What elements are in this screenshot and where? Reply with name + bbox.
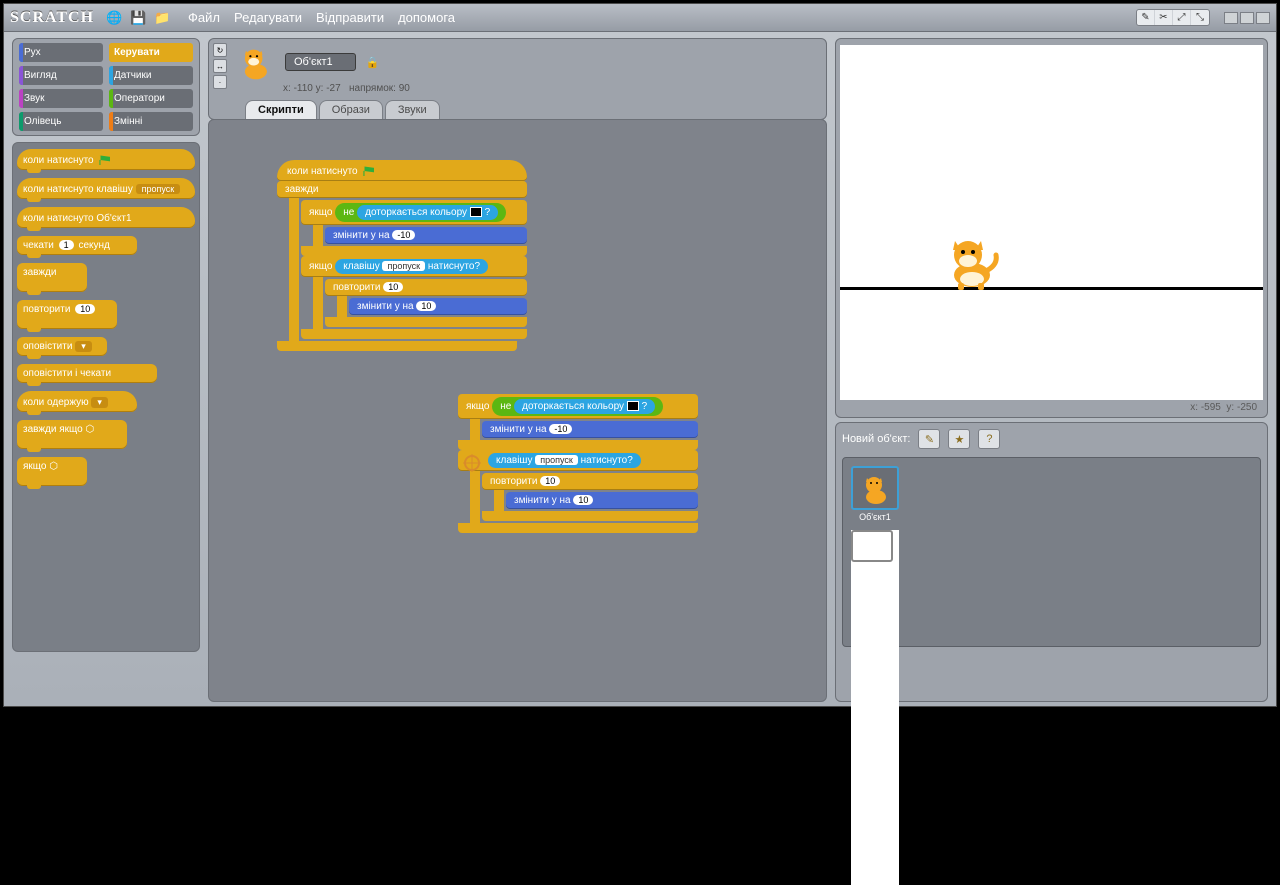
cat-control[interactable]: Керувати xyxy=(109,43,193,62)
presentation-icon[interactable] xyxy=(1256,12,1270,24)
stage-view-buttons xyxy=(1224,12,1270,24)
sprite-thumb-1[interactable]: Об'єкт1 xyxy=(851,466,899,522)
paint-sprite-button[interactable]: ✎ xyxy=(918,429,940,449)
palette-broadcast-wait[interactable]: оповістити і чекати xyxy=(17,364,157,383)
tab-sounds[interactable]: Звуки xyxy=(385,100,440,119)
choose-sprite-button[interactable]: ★ xyxy=(948,429,970,449)
new-sprite-label: Новий об'єкт: xyxy=(842,433,910,445)
block-change-y-pos-copy[interactable]: змінити y на 10 xyxy=(506,492,698,509)
block-if-copy-2[interactable]: клавішу пропуск натиснуто? xyxy=(458,450,698,471)
palette-when-flag[interactable]: коли натиснуто xyxy=(17,149,195,170)
flag-icon xyxy=(363,166,374,176)
rotate-none-icon[interactable]: · xyxy=(213,75,227,89)
sprite-name-field[interactable]: Об'єкт1 xyxy=(285,53,356,71)
block-if-2[interactable]: якщо клавішу пропуск натиснуто? xyxy=(301,256,527,277)
stamp-icon[interactable]: ✎ xyxy=(1137,10,1155,25)
menu-help[interactable]: допомога xyxy=(398,10,455,25)
globe-icon[interactable]: 🌐 xyxy=(105,9,123,27)
block-key-pressed[interactable]: клавішу пропуск натиснуто? xyxy=(335,259,488,274)
sprite-header: ↻ ↔ · Об'єкт1 🔒 x: -110 y: -27 напрямок:… xyxy=(208,38,827,120)
menu-bar: Файл Редагувати Відправити допомога xyxy=(188,10,455,25)
stage-panel: ⚑ x: -595 y: -250 xyxy=(835,38,1268,418)
palette-when-key[interactable]: коли натиснуто клавішу пропуск xyxy=(17,178,195,199)
block-forever[interactable]: завжди xyxy=(277,181,527,198)
cut-icon[interactable]: ✂ xyxy=(1155,10,1173,25)
cat-sound[interactable]: Звук xyxy=(19,89,103,108)
menu-file[interactable]: Файл xyxy=(188,10,220,25)
palette-when-receive[interactable]: коли одержую ▾ xyxy=(17,391,137,412)
rotate-free-icon[interactable]: ↻ xyxy=(213,43,227,57)
block-if-copy-1[interactable]: якщо не доторкається кольору ? xyxy=(458,394,698,419)
block-change-y-pos[interactable]: змінити y на 10 xyxy=(349,298,527,315)
cat-looks[interactable]: Вигляд xyxy=(19,66,103,85)
editor-tabs: Скрипти Образи Звуки xyxy=(245,100,818,119)
palette-wait[interactable]: чекати 1 секунд xyxy=(17,236,137,255)
scratch-logo: SCRATCH xyxy=(10,9,94,27)
block-not[interactable]: не доторкається кольору ? xyxy=(335,203,506,222)
sprite-thumbnail-icon xyxy=(235,43,275,81)
middle-column: ↻ ↔ · Об'єкт1 🔒 x: -110 y: -27 напрямок:… xyxy=(204,34,831,706)
surprise-sprite-button[interactable]: ? xyxy=(978,429,1000,449)
top-toolbar: SCRATCH 🌐 💾 📁 Файл Редагувати Відправити… xyxy=(4,4,1276,32)
palette-if[interactable]: якщо ⬡ xyxy=(17,457,87,486)
flag-icon xyxy=(99,155,110,165)
menu-share[interactable]: Відправити xyxy=(316,10,384,25)
app-window: SCRATCH 🌐 💾 📁 Файл Редагувати Відправити… xyxy=(3,3,1277,707)
tab-scripts[interactable]: Скрипти xyxy=(245,100,317,119)
cat-variables[interactable]: Змінні xyxy=(109,112,193,131)
edit-tool-buttons: ✎ ✂ ⤢ ⤡ xyxy=(1136,9,1210,26)
script-stack-1[interactable]: коли натиснуто завжди якщо не доторкаєть… xyxy=(277,160,527,351)
stage-thumb[interactable]: Сцена xyxy=(851,530,899,885)
block-palette: коли натиснуто коли натиснуто клавішу пр… xyxy=(12,142,200,652)
block-repeat[interactable]: повторити 10 xyxy=(325,279,527,296)
block-categories: Рух Керувати Вигляд Датчики Звук Операто… xyxy=(12,38,200,136)
scripts-area[interactable]: коли натиснуто завжди якщо не доторкаєть… xyxy=(208,119,827,702)
block-change-y-neg[interactable]: змінити y на -10 xyxy=(325,227,527,244)
grow-icon[interactable]: ⤢ xyxy=(1173,10,1191,25)
sprite-coords: x: -110 y: -27 напрямок: 90 xyxy=(283,83,818,94)
stage-ground-line xyxy=(840,287,1263,290)
top-right-controls: ✎ ✂ ⤢ ⤡ xyxy=(1136,9,1270,26)
large-stage-icon[interactable] xyxy=(1240,12,1254,24)
block-touching-color[interactable]: доторкається кольору ? xyxy=(357,205,498,220)
mouse-coords: x: -595 y: -250 xyxy=(840,400,1263,413)
save-icon[interactable]: 💾 xyxy=(129,9,147,27)
tab-costumes[interactable]: Образи xyxy=(319,100,383,119)
menu-edit[interactable]: Редагувати xyxy=(234,10,302,25)
palette-forever-if[interactable]: завжди якщо ⬡ xyxy=(17,420,127,449)
cat-sensing[interactable]: Датчики xyxy=(109,66,193,85)
sprite-list-panel: Новий об'єкт: ✎ ★ ? Об'єкт1 Сцена xyxy=(835,422,1268,702)
block-change-y-neg-copy[interactable]: змінити y на -10 xyxy=(482,421,698,438)
palette-when-sprite[interactable]: коли натиснуто Об'єкт1 xyxy=(17,207,195,228)
cat-motion[interactable]: Рух xyxy=(19,43,103,62)
palette-forever[interactable]: завжди xyxy=(17,263,87,292)
palette-broadcast[interactable]: оповістити ▾ xyxy=(17,337,107,356)
block-if-1[interactable]: якщо не доторкається кольору ? xyxy=(301,200,527,225)
stage-sprite-cat[interactable] xyxy=(940,235,1000,291)
cat-pen[interactable]: Олівець xyxy=(19,112,103,131)
script-stack-2[interactable]: якщо не доторкається кольору ? змінити y… xyxy=(458,394,698,533)
block-repeat-copy[interactable]: повторити 10 xyxy=(482,473,698,490)
shrink-icon[interactable]: ⤡ xyxy=(1191,10,1209,25)
small-stage-icon[interactable] xyxy=(1224,12,1238,24)
stage[interactable] xyxy=(840,45,1263,400)
left-column: Рух Керувати Вигляд Датчики Звук Операто… xyxy=(4,34,204,706)
open-icon[interactable]: 📁 xyxy=(153,9,171,27)
cursor-icon xyxy=(463,454,481,472)
block-when-flag[interactable]: коли натиснуто xyxy=(277,160,527,181)
palette-repeat[interactable]: повторити 10 xyxy=(17,300,117,329)
rotate-lr-icon[interactable]: ↔ xyxy=(213,59,227,73)
lock-icon[interactable]: 🔒 xyxy=(366,56,380,69)
cat-operators[interactable]: Оператори xyxy=(109,89,193,108)
right-column: ⚑ x: -595 y: -250 Новий об'єкт: ✎ xyxy=(831,34,1276,706)
